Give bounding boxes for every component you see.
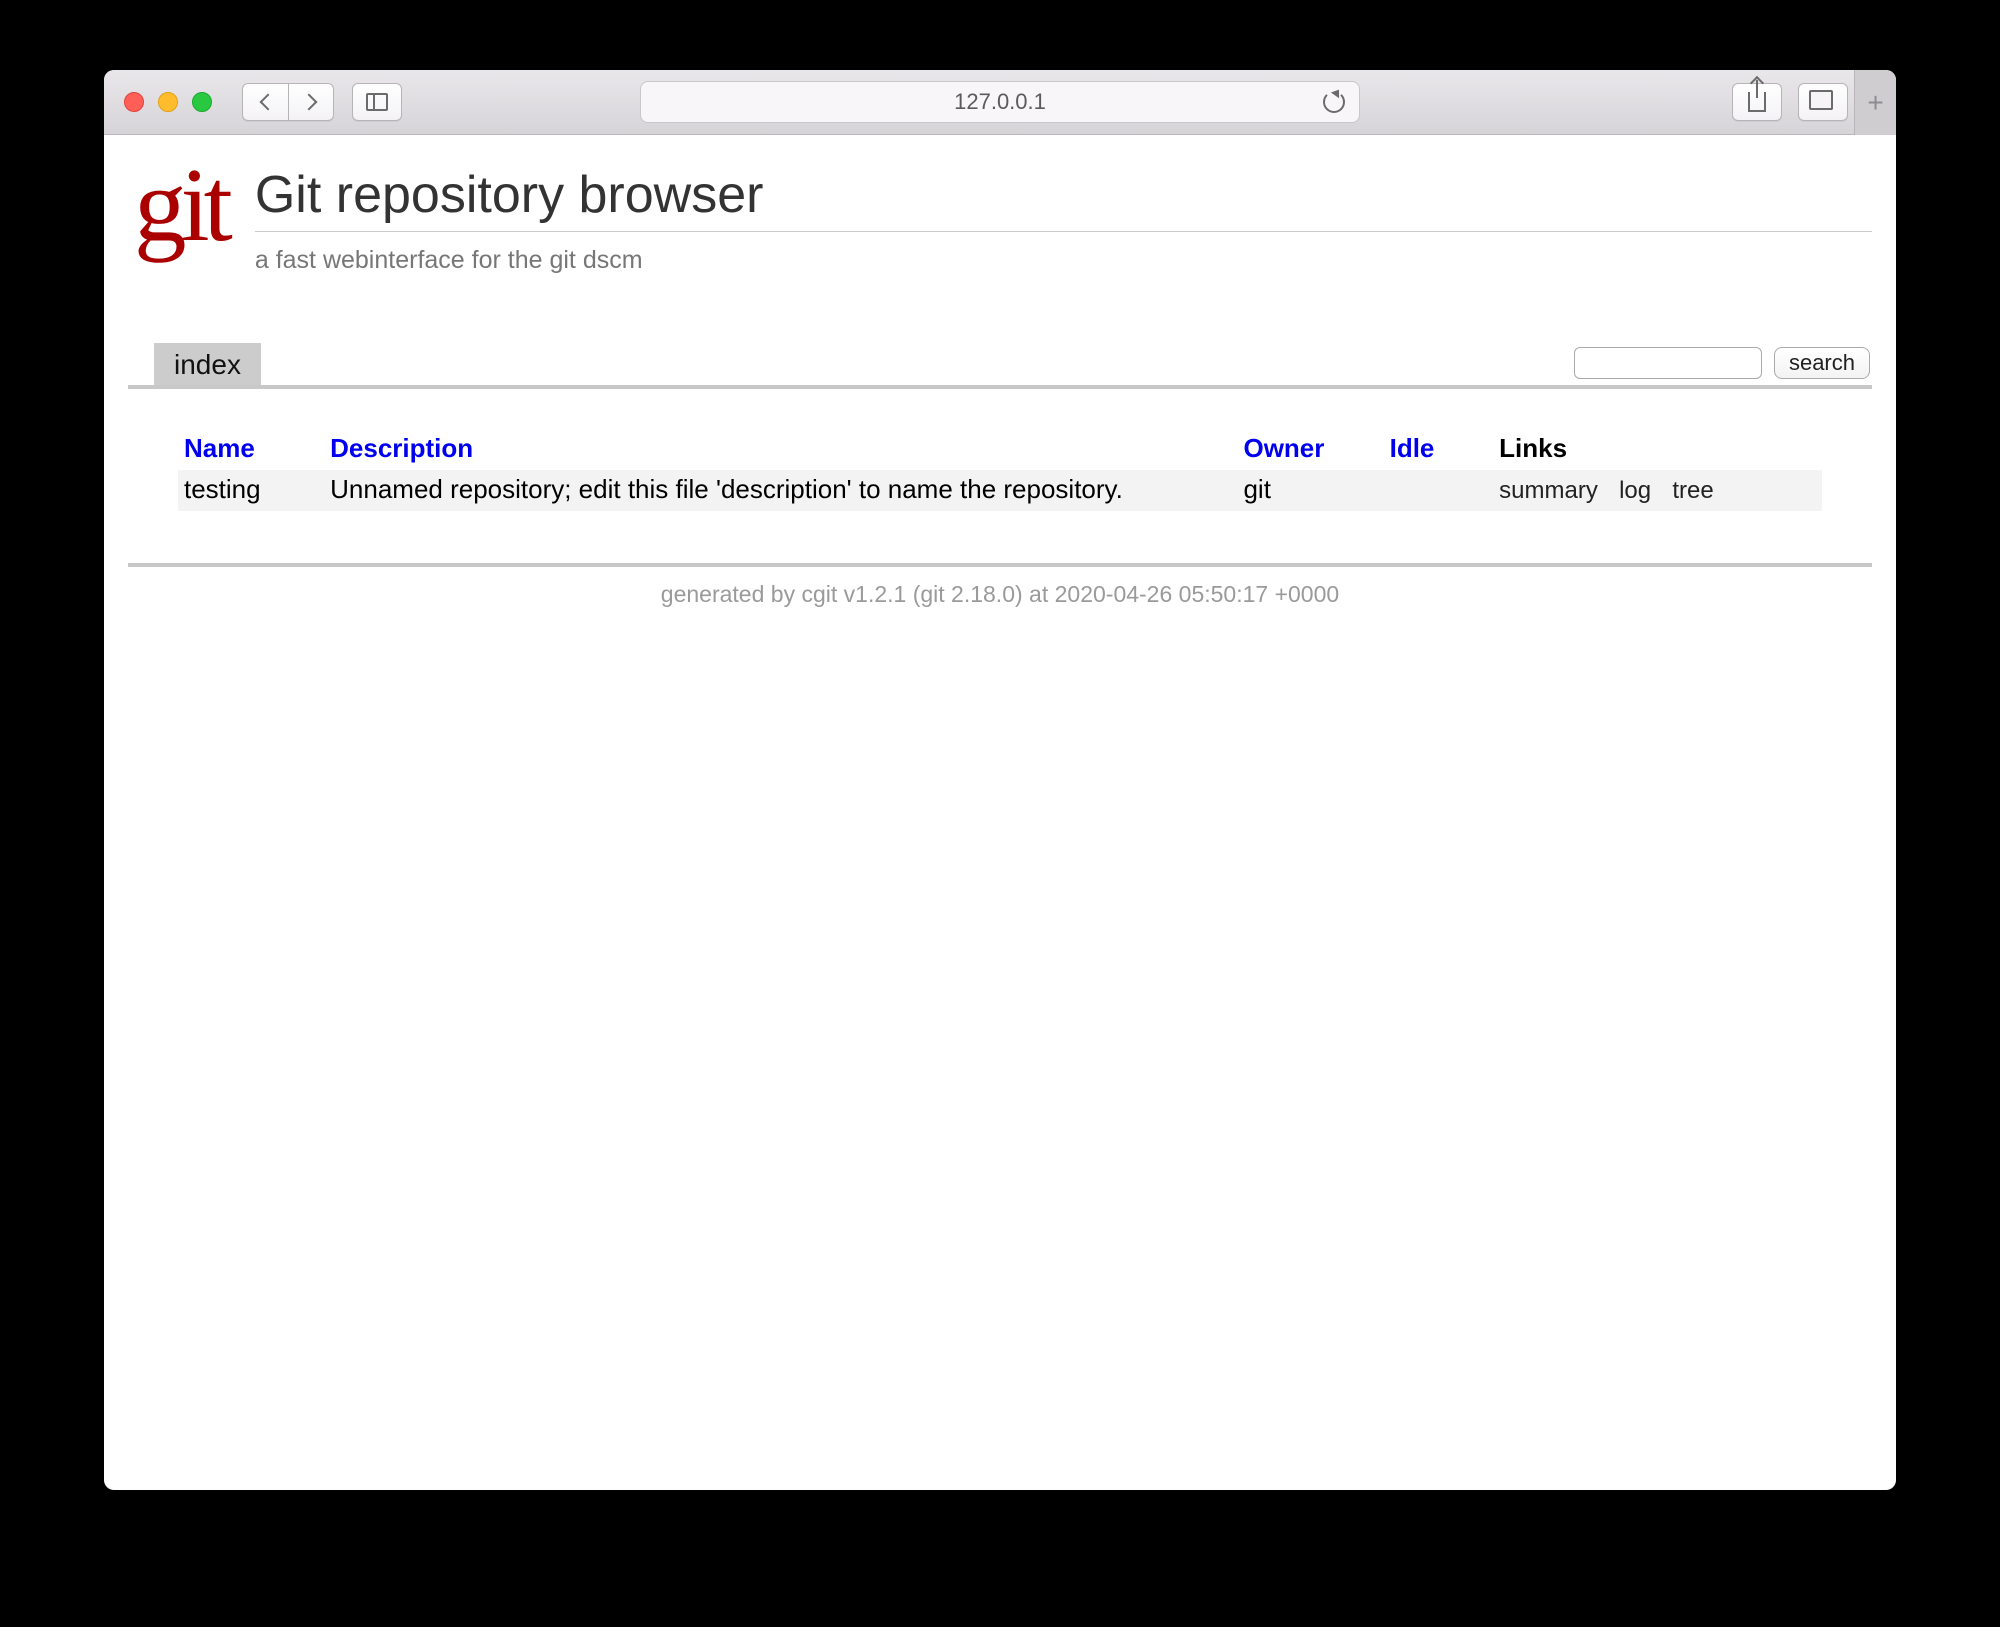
tabs-icon — [1813, 94, 1833, 110]
search-button[interactable]: search — [1774, 347, 1870, 379]
col-links: Links — [1493, 429, 1822, 470]
zoom-window-button[interactable] — [192, 92, 212, 112]
footer-prefix: generated by — [661, 581, 802, 607]
chevron-left-icon — [259, 94, 276, 111]
col-owner[interactable]: Owner — [1243, 433, 1324, 463]
share-icon — [1748, 92, 1766, 112]
git-logo[interactable]: git — [128, 155, 233, 257]
link-tree[interactable]: tree — [1672, 477, 1713, 504]
toolbar-right — [1732, 83, 1848, 121]
address-bar[interactable]: 127.0.0.1 — [640, 81, 1360, 123]
link-summary[interactable]: summary — [1499, 477, 1598, 504]
tabs-button[interactable] — [1798, 83, 1848, 121]
repo-description: Unnamed repository; edit this file 'desc… — [324, 470, 1237, 511]
tabs-row: index search — [128, 343, 1872, 389]
search-input[interactable] — [1574, 347, 1762, 379]
link-log[interactable]: log — [1619, 477, 1651, 504]
table-row: testing Unnamed repository; edit this fi… — [178, 470, 1822, 511]
search-form: search — [1574, 347, 1870, 385]
col-name[interactable]: Name — [184, 433, 255, 463]
page-header: git Git repository browser a fast webint… — [128, 147, 1872, 275]
sidebar-toggle-button[interactable] — [352, 83, 402, 121]
footer: generated by cgit v1.2.1 (git 2.18.0) at… — [128, 567, 1872, 608]
repo-idle — [1384, 470, 1494, 511]
col-idle[interactable]: Idle — [1390, 433, 1435, 463]
titlebar: 127.0.0.1 + — [104, 70, 1896, 135]
browser-window: 127.0.0.1 + git Git repository browser a… — [104, 70, 1896, 1490]
page-title: Git repository browser — [255, 155, 1872, 231]
repo-table: Name Description Owner Idle Links testin… — [178, 429, 1822, 511]
footer-timestamp: at 2020-04-26 05:50:17 +0000 — [1029, 581, 1339, 607]
chevron-right-icon — [301, 94, 318, 111]
plus-icon: + — [1867, 87, 1883, 119]
reload-icon[interactable] — [1323, 91, 1345, 113]
new-tab-button[interactable]: + — [1854, 70, 1896, 135]
tabs: index — [130, 343, 261, 385]
close-window-button[interactable] — [124, 92, 144, 112]
window-controls — [124, 92, 212, 112]
repo-name-link[interactable]: testing — [184, 474, 261, 504]
repo-owner: git — [1237, 470, 1383, 511]
nav-buttons — [242, 83, 334, 121]
share-button[interactable] — [1732, 83, 1782, 121]
forward-button[interactable] — [288, 83, 334, 121]
header-text: Git repository browser a fast webinterfa… — [255, 155, 1872, 275]
page-content: git Git repository browser a fast webint… — [104, 135, 1896, 620]
minimize-window-button[interactable] — [158, 92, 178, 112]
table-header-row: Name Description Owner Idle Links — [178, 429, 1822, 470]
repo-links: summary log tree — [1493, 470, 1822, 511]
footer-git-version: (git 2.18.0) — [906, 581, 1029, 607]
footer-cgit-link[interactable]: cgit v1.2.1 — [801, 581, 906, 607]
col-description[interactable]: Description — [330, 433, 473, 463]
sidebar-icon — [366, 93, 388, 111]
back-button[interactable] — [242, 83, 288, 121]
address-text: 127.0.0.1 — [954, 89, 1046, 115]
page-subtitle: a fast webinterface for the git dscm — [255, 232, 1872, 275]
tab-index[interactable]: index — [154, 343, 261, 385]
